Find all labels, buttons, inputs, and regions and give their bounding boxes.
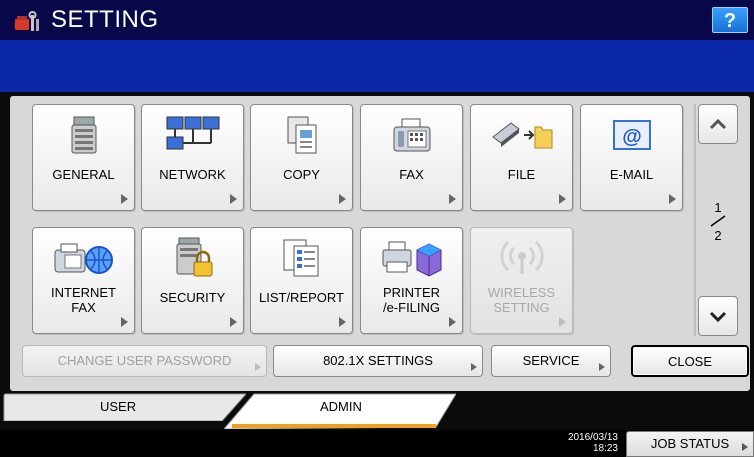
- setting-tools-icon: [15, 11, 39, 31]
- change-user-password-button[interactable]: CHANGE USER PASSWORD: [22, 345, 267, 377]
- tile-label: SECURITY: [159, 290, 226, 305]
- tile-copy[interactable]: COPY: [250, 104, 353, 211]
- email-icon: @: [581, 113, 682, 157]
- change-user-password-label: CHANGE USER PASSWORD: [57, 353, 232, 368]
- tile-arrow-icon: [121, 317, 128, 327]
- tile-network[interactable]: NETWORK: [141, 104, 244, 211]
- copier-icon: [33, 113, 134, 157]
- tile-label: FAX: [399, 167, 424, 182]
- tile-label: PRINTER /e-FILING: [382, 285, 441, 315]
- tile-label: COPY: [283, 167, 320, 182]
- page-total: 2: [714, 228, 722, 243]
- tile-arrow-icon: [559, 317, 566, 327]
- date-text: 2016/03/13: [567, 432, 618, 443]
- tile-arrow-icon: [449, 317, 456, 327]
- tile-arrow-icon: [449, 194, 456, 204]
- file-icon: [471, 113, 572, 157]
- tile-label: FILE: [507, 167, 536, 182]
- tab-user-label: USER: [100, 399, 137, 414]
- time-text: 18:23: [592, 443, 618, 454]
- tile-label: E-MAIL: [609, 167, 654, 182]
- tile-arrow-icon: [230, 194, 237, 204]
- job-status-button[interactable]: JOB STATUS: [626, 431, 754, 457]
- tile-label: GENERAL: [52, 167, 115, 182]
- dot1x-settings-label: 802.1X SETTINGS: [323, 353, 433, 368]
- page-separator: [710, 215, 726, 227]
- tile-wireless-setting[interactable]: WIRELESS SETTING: [470, 227, 573, 334]
- job-status-label: JOB STATUS: [650, 436, 730, 451]
- panel-divider: [694, 104, 696, 336]
- printer-efiling-icon: [361, 236, 462, 280]
- date-time: 2016/03/13 18:23: [548, 432, 618, 454]
- tile-list-report[interactable]: LIST/REPORT: [250, 227, 353, 334]
- tile-arrow-icon: [230, 317, 237, 327]
- scroll-down-button[interactable]: [698, 296, 738, 336]
- service-button[interactable]: SERVICE: [491, 345, 611, 377]
- tile-arrow-icon: [339, 317, 346, 327]
- tile-label: LIST/REPORT: [258, 290, 344, 305]
- tile-general[interactable]: GENERAL: [32, 104, 135, 211]
- service-label: SERVICE: [522, 353, 580, 368]
- tile-label: NETWORK: [159, 167, 226, 182]
- tile-arrow-icon: [559, 194, 566, 204]
- help-button[interactable]: ?: [712, 7, 748, 33]
- page-current: 1: [714, 200, 722, 215]
- scroll-up-button[interactable]: [698, 104, 738, 144]
- wireless-icon: [471, 236, 572, 280]
- list-report-icon: [251, 236, 352, 280]
- message-band: [0, 40, 754, 92]
- page-title: SETTING: [51, 6, 159, 33]
- tile-e-mail[interactable]: @ E-MAIL: [580, 104, 683, 211]
- tile-arrow-icon: [669, 194, 676, 204]
- internet-fax-icon: [33, 236, 134, 280]
- tile-printer-e-filing[interactable]: PRINTER /e-FILING: [360, 227, 463, 334]
- fax-icon: [361, 113, 462, 157]
- close-button[interactable]: CLOSE: [631, 345, 749, 377]
- svg-text:@: @: [622, 126, 642, 148]
- tile-label: INTERNET FAX: [51, 285, 116, 315]
- chevron-up-icon: [709, 118, 727, 130]
- tile-internet-fax[interactable]: INTERNET FAX: [32, 227, 135, 334]
- tile-file[interactable]: FILE: [470, 104, 573, 211]
- tab-admin-label: ADMIN: [320, 399, 362, 414]
- close-label: CLOSE: [667, 354, 713, 369]
- security-icon: [142, 236, 243, 280]
- network-icon: [142, 113, 243, 157]
- tile-label: WIRELESS SETTING: [487, 285, 556, 315]
- tile-fax[interactable]: FAX: [360, 104, 463, 211]
- tile-arrow-icon: [121, 194, 128, 204]
- tile-security[interactable]: SECURITY: [141, 227, 244, 334]
- chevron-down-icon: [709, 311, 727, 322]
- dot1x-settings-button[interactable]: 802.1X SETTINGS: [273, 345, 483, 377]
- tile-arrow-icon: [339, 194, 346, 204]
- copy-icon: [251, 113, 352, 157]
